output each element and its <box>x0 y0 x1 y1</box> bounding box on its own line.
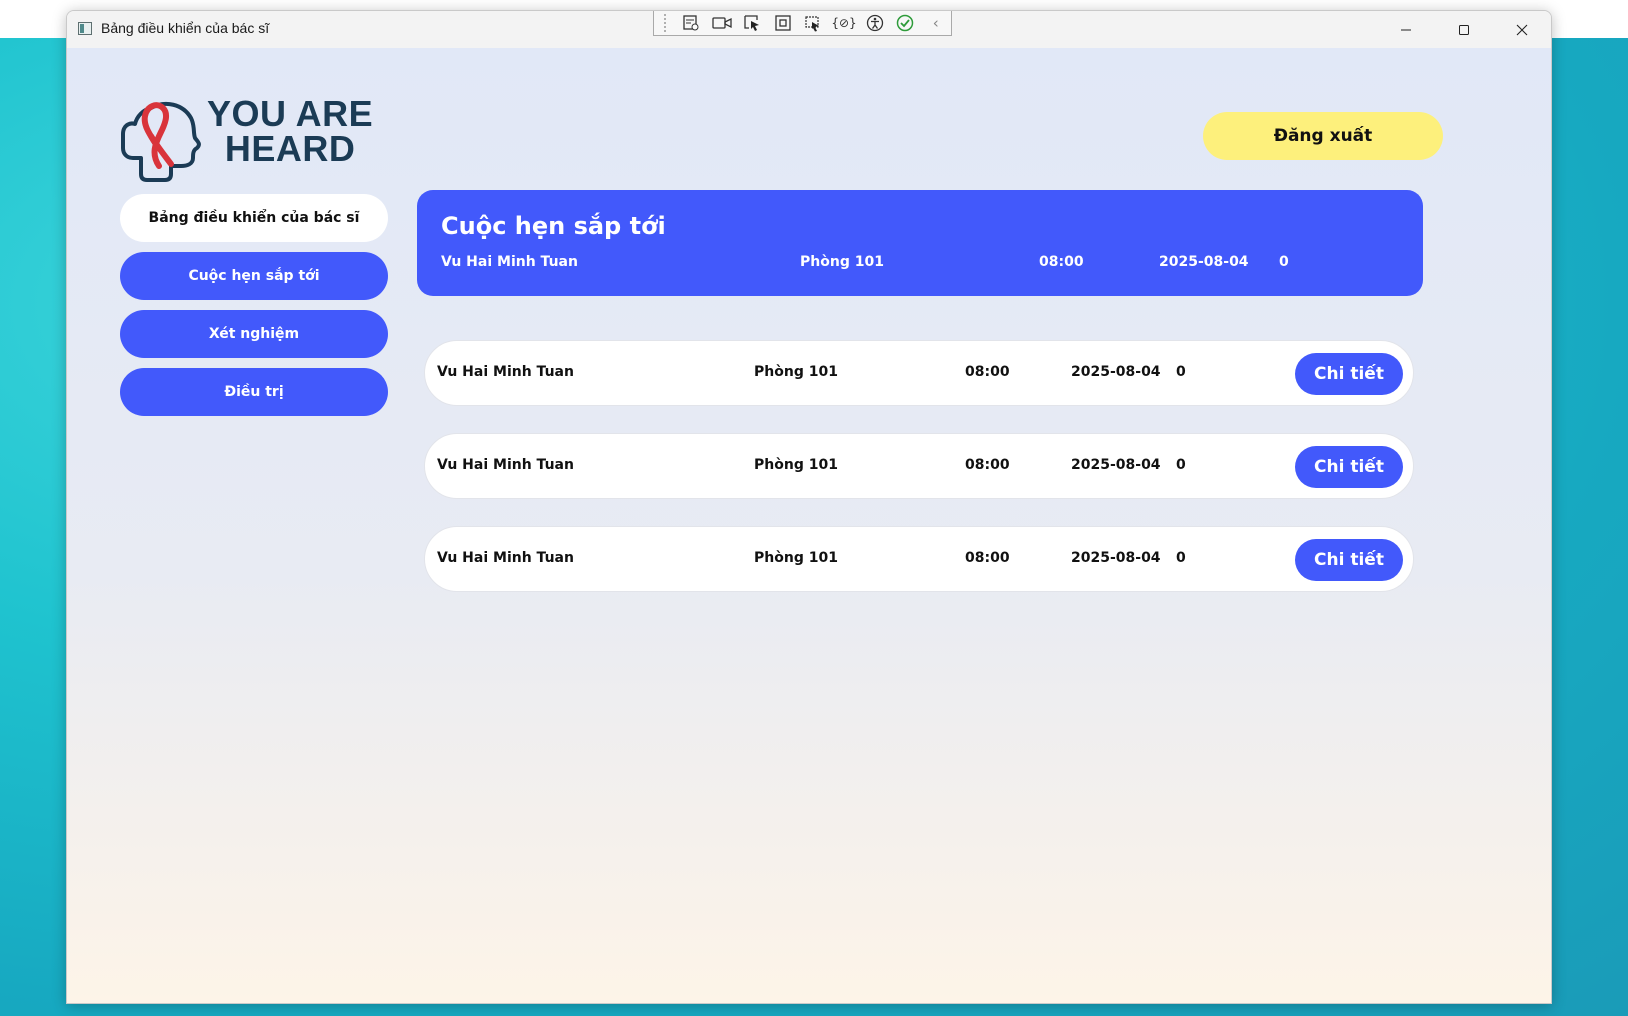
row-date: 2025-08-04 <box>1071 364 1161 380</box>
display-layout-adorners-icon[interactable] <box>768 11 799 35</box>
client-area: YOU ARE HEARD Đăng xuất Bảng điều khiển … <box>67 48 1551 1003</box>
detail-button[interactable]: Chi tiết <box>1295 446 1403 488</box>
banner-room: Phòng 101 <box>800 254 884 270</box>
appointment-row: Vu Hai Minh Tuan Phòng 101 08:00 2025-08… <box>424 526 1414 592</box>
row-count: 0 <box>1176 364 1186 380</box>
window-title: Bảng điều khiển của bác sĩ <box>101 20 270 36</box>
banner-title: Cuộc hẹn sắp tới <box>441 212 666 240</box>
logo-line-1: YOU ARE <box>207 93 374 134</box>
appointment-row: Vu Hai Minh Tuan Phòng 101 08:00 2025-08… <box>424 340 1414 406</box>
sidebar-item-treatment[interactable]: Điều trị <box>120 368 388 416</box>
row-room: Phòng 101 <box>754 550 838 566</box>
logout-button[interactable]: Đăng xuất <box>1203 112 1443 160</box>
row-patient: Vu Hai Minh Tuan <box>437 457 574 473</box>
sidebar-item-tests[interactable]: Xét nghiệm <box>120 310 388 358</box>
logo-line-2: HEARD <box>224 128 356 169</box>
live-visual-tree-icon[interactable] <box>676 11 707 35</box>
detail-button[interactable]: Chi tiết <box>1295 539 1403 581</box>
app-icon <box>78 22 92 35</box>
row-date: 2025-08-04 <box>1071 457 1161 473</box>
row-time: 08:00 <box>965 550 1010 566</box>
row-room: Phòng 101 <box>754 364 838 380</box>
logo-text: YOU ARE HEARD <box>207 93 374 169</box>
banner-patient: Vu Hai Minh Tuan <box>441 254 578 270</box>
binding-failures-icon[interactable]: {⊘} <box>829 11 860 35</box>
sidebar-item-doctor-dashboard[interactable]: Bảng điều khiển của bác sĩ <box>120 194 388 242</box>
banner-time: 08:00 <box>1039 254 1084 270</box>
row-room: Phòng 101 <box>754 457 838 473</box>
maximize-icon[interactable] <box>1435 11 1493 48</box>
collapse-icon[interactable]: ‹ <box>920 11 951 35</box>
select-element-icon[interactable] <box>737 11 768 35</box>
accessibility-icon[interactable] <box>859 11 890 35</box>
banner-date: 2025-08-04 <box>1159 254 1249 270</box>
row-time: 08:00 <box>965 364 1010 380</box>
row-patient: Vu Hai Minh Tuan <box>437 550 574 566</box>
detail-button[interactable]: Chi tiết <box>1295 353 1403 395</box>
minimize-icon[interactable] <box>1377 11 1435 48</box>
video-icon[interactable] <box>706 11 737 35</box>
toolbar-grip-icon[interactable] <box>664 14 670 32</box>
close-icon[interactable] <box>1493 11 1551 48</box>
debug-toolbar: {⊘} ‹ <box>653 11 952 36</box>
row-time: 08:00 <box>965 457 1010 473</box>
logo: YOU ARE HEARD <box>121 96 381 186</box>
track-focused-element-icon[interactable] <box>798 11 829 35</box>
appointment-row: Vu Hai Minh Tuan Phòng 101 08:00 2025-08… <box>424 433 1414 499</box>
upcoming-appointment-banner: Cuộc hẹn sắp tới Vu Hai Minh Tuan Phòng … <box>417 190 1423 296</box>
row-date: 2025-08-04 <box>1071 550 1161 566</box>
sidebar-item-upcoming-appointments[interactable]: Cuộc hẹn sắp tới <box>120 252 388 300</box>
head-ribbon-icon <box>121 101 201 182</box>
check-icon[interactable] <box>890 11 921 35</box>
banner-count: 0 <box>1279 254 1289 270</box>
app-window: Bảng điều khiển của bác sĩ {⊘} ‹ YOU ARE… <box>66 10 1552 1004</box>
row-patient: Vu Hai Minh Tuan <box>437 364 574 380</box>
row-count: 0 <box>1176 550 1186 566</box>
title-bar: Bảng điều khiển của bác sĩ {⊘} ‹ <box>67 11 1551 48</box>
row-count: 0 <box>1176 457 1186 473</box>
window-controls <box>1377 11 1551 48</box>
